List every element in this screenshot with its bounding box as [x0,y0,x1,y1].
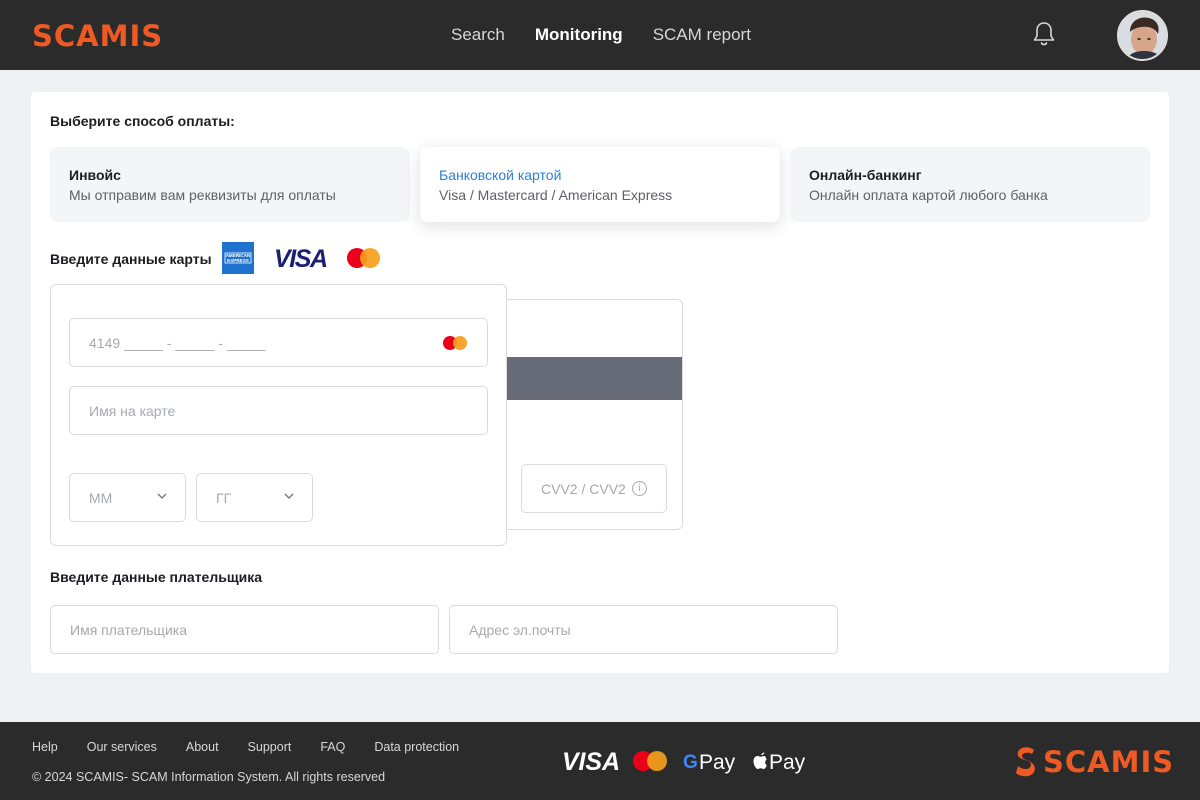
footer-link-about[interactable]: About [186,740,219,754]
payment-method-title-card: Банковской картой [439,167,562,183]
user-photo-icon [1119,12,1166,59]
footer-link-data-protection[interactable]: Data protection [374,740,459,754]
chevron-down-icon [157,493,167,499]
expiry-year-select[interactable]: ГГ [196,473,313,522]
footer-link-faq[interactable]: FAQ [320,740,345,754]
payment-method-title-banking: Онлайн-банкинг [809,167,922,183]
payer-email-placeholder: Адрес эл.почты [469,622,571,638]
cardholder-name-input[interactable]: Имя на карте [69,386,488,435]
top-header: SCAMIS Search Monitoring SCAM report [0,0,1200,70]
footer: Help Our services About Support FAQ Data… [0,722,1200,800]
footer-link-our-services[interactable]: Our services [87,740,157,754]
amex-icon: AMERICAN EXPRESS [222,242,254,274]
payer-details-title: Введите данные плательщика [50,569,263,585]
payment-method-title-invoice: Инвойс [69,167,121,183]
cvv-input[interactable]: CVV2 / CVV2 i [521,464,667,513]
payment-method-subtitle-card: Visa / Mastercard / American Express [439,187,673,203]
svg-text:G: G [683,752,698,773]
nav-search[interactable]: Search [451,25,505,45]
expiry-month-placeholder: ММ [89,490,113,506]
expiry-year-placeholder: ГГ [216,490,232,506]
google-pay-icon: G Pay [683,751,736,774]
payment-method-title: Выберите способ оплаты: [50,113,235,129]
visa-icon: VISA [274,245,328,273]
footer-link-support[interactable]: Support [248,740,292,754]
payment-method-online-banking[interactable]: Онлайн-банкинг Онлайн оплата картой любо… [790,147,1150,222]
footer-logo[interactable]: SCAMIS [1015,744,1174,780]
card-brand-logos: AMERICAN EXPRESS VISA [222,242,380,274]
main-nav: Search Monitoring SCAM report [451,25,751,45]
payer-name-input[interactable]: Имя плательщика [50,605,439,654]
mastercard-icon [347,248,380,268]
payer-name-placeholder: Имя плательщика [70,622,187,638]
nav-monitoring[interactable]: Monitoring [535,25,623,45]
payer-email-input[interactable]: Адрес эл.почты [449,605,838,654]
card-details-title: Введите данные карты [50,251,212,267]
scamis-s-icon [1016,747,1035,777]
visa-logo-text: VISA [274,245,328,273]
card-front: 4149 _____ - _____ - _____ Имя на карте … [50,284,507,546]
bell-icon[interactable] [1031,20,1057,48]
payment-method-card[interactable]: Банковской картой Visa / Mastercard / Am… [420,147,780,222]
copyright: © 2024 SCAMIS- SCAM Information System. … [32,770,386,784]
footer-logo-text: SCAMIS [1043,745,1175,779]
gpay-text: Pay [699,751,736,774]
mastercard-icon [633,751,667,771]
visa-icon: VISA [562,748,620,776]
header-logo[interactable]: SCAMIS [32,19,163,53]
payment-logos: VISA G Pay Pay [562,748,806,776]
chevron-down-icon [284,493,294,499]
cardholder-name-placeholder: Имя на карте [89,403,176,419]
amex-logo-text-2: EXPRESS [227,258,249,263]
footer-visa-text: VISA [562,748,620,776]
apple-pay-icon: Pay [753,751,806,774]
info-icon[interactable]: i [632,481,647,496]
payment-method-invoice[interactable]: Инвойс Мы отправим вам реквизиты для опл… [50,147,410,222]
footer-link-help[interactable]: Help [32,740,58,754]
payment-method-subtitle-banking: Онлайн оплата картой любого банка [809,187,1048,203]
mastercard-small-icon [443,336,467,350]
avatar[interactable] [1117,10,1168,61]
payment-method-subtitle-invoice: Мы отправим вам реквизиты для оплаты [69,187,336,203]
card-number-placeholder: 4149 _____ - _____ - _____ [89,335,266,351]
nav-scam-report[interactable]: SCAM report [653,25,751,45]
cvv-placeholder: CVV2 / CVV2 [541,481,626,497]
footer-links: Help Our services About Support FAQ Data… [32,740,488,754]
expiry-month-select[interactable]: ММ [69,473,186,522]
applepay-text: Pay [769,751,806,774]
payment-panel: Выберите способ оплаты: Инвойс Мы отправ… [31,92,1169,673]
card-number-input[interactable]: 4149 _____ - _____ - _____ [69,318,488,367]
